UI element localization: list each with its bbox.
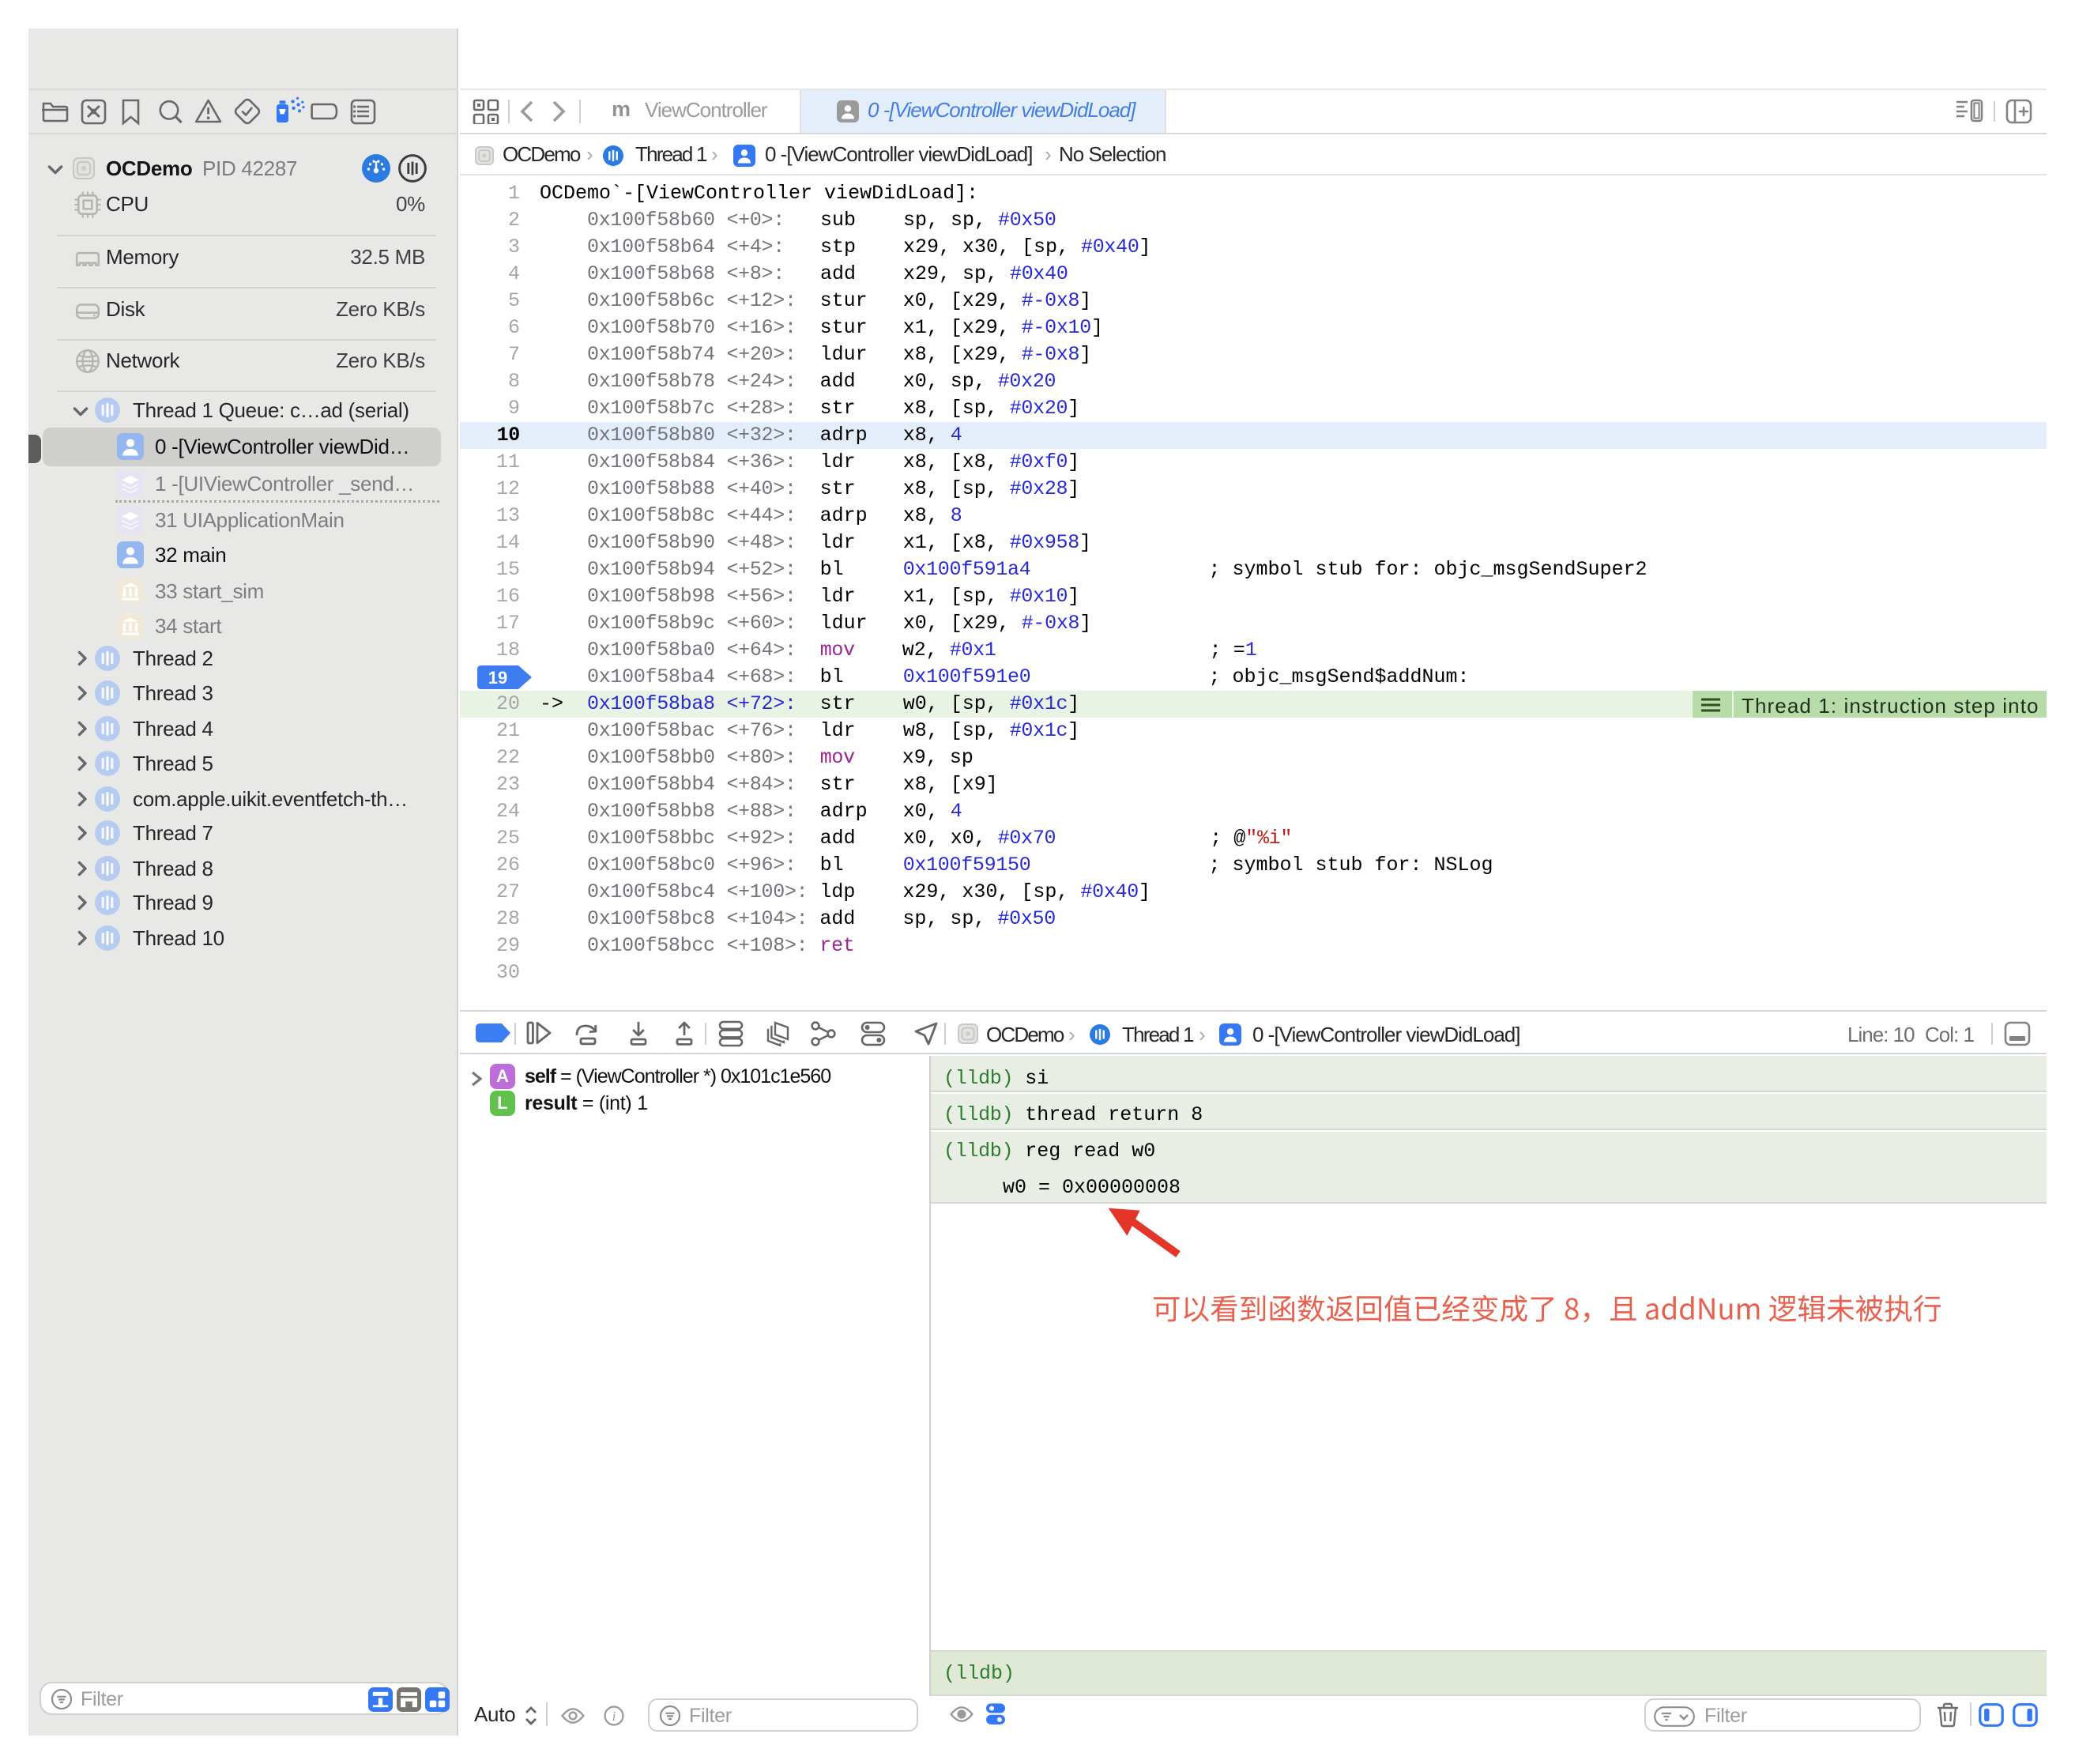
svg-text:i: i — [612, 1709, 616, 1724]
